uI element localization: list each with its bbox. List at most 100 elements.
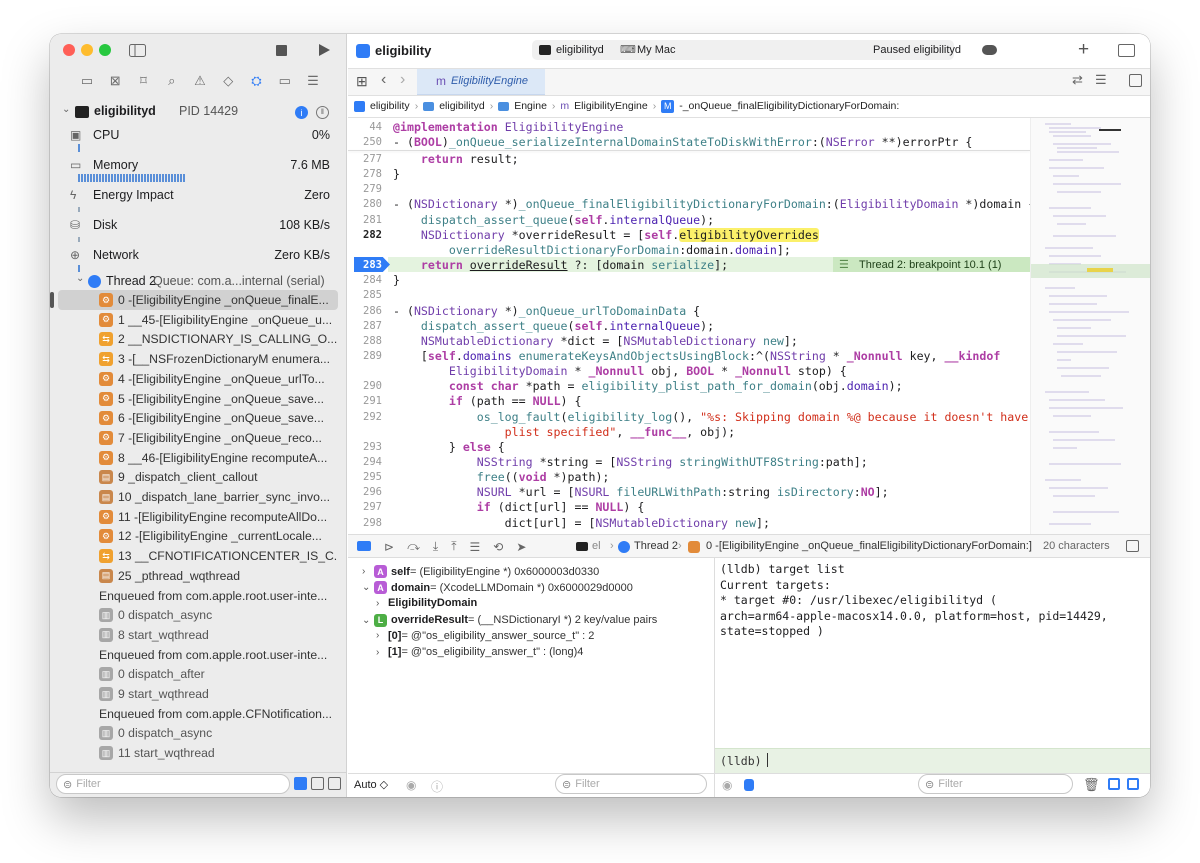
breadcrumb-item[interactable]: eligibility — [370, 100, 410, 112]
step-out-icon[interactable]: ⤒ — [451, 539, 456, 554]
filter-running-icon[interactable] — [328, 777, 341, 790]
stack-frame[interactable]: ▥ 0 dispatch_async — [58, 605, 338, 625]
search-icon[interactable]: ⌕ — [165, 72, 179, 90]
step-over-icon[interactable]: ⤼ — [407, 539, 420, 554]
stack-frame[interactable]: ⇆ 13 __CFNOTIFICATIONCENTER_IS_C... — [58, 546, 338, 566]
disclosure-open-icon[interactable]: ⌄ — [62, 104, 70, 115]
gauge-network[interactable]: ⊕ Network Zero KB/s — [70, 245, 330, 265]
enqueued-header[interactable]: Enqueued from com.apple.root.user-inte..… — [58, 586, 338, 606]
stack-frame[interactable]: ⚙ 8 __46-[EligibilityEngine recomputeA... — [58, 448, 338, 468]
breakpoint-icon[interactable]: ▭ — [278, 72, 292, 90]
eye-icon[interactable]: ◉ — [722, 778, 732, 792]
grid-icon[interactable]: ⊞ — [356, 73, 368, 90]
variable-row[interactable]: › EligibilityDomain — [376, 597, 477, 609]
sidebar-filter-field[interactable]: ⊜ Filter — [56, 774, 290, 794]
breadcrumb-item[interactable]: EligibilityEngine — [574, 100, 648, 112]
breadcrumb-item[interactable]: -_onQueue_finalEligibilityDictionaryForD… — [679, 100, 899, 112]
forward-icon[interactable]: › — [400, 71, 405, 89]
scope-selector[interactable]: Auto ◇ — [354, 778, 388, 791]
report-icon[interactable]: ☰ — [306, 72, 320, 90]
split-editor-icon[interactable] — [1129, 74, 1142, 87]
location-icon[interactable]: ➤ — [516, 540, 526, 554]
sidebar-toggle-icon[interactable] — [128, 42, 146, 58]
source-control-icon[interactable]: ⊠ — [108, 72, 122, 90]
filter-crashed-icon[interactable] — [294, 777, 307, 790]
continue-icon[interactable]: ⊳ — [384, 540, 394, 554]
stack-frame[interactable]: ▥ 8 start_wqthread — [58, 625, 338, 645]
variable-row[interactable]: › Aself = (EligibilityEngine *) 0x6000003… — [362, 565, 599, 578]
stack-frame[interactable]: ▥ 11 start_wqthread — [58, 743, 338, 763]
gauge-memory[interactable]: ▭ Memory 7.6 MB — [70, 155, 330, 175]
debug-annotation[interactable]: ☰ Thread 2: breakpoint 10.1 (1) — [833, 257, 1030, 273]
stack-frame[interactable]: ⚙ 4 -[EligibilityEngine _onQueue_urlTo... — [58, 369, 338, 389]
folder-icon[interactable]: ▭ — [80, 72, 94, 90]
run-button[interactable] — [316, 42, 332, 58]
warning-icon[interactable]: ⚠ — [193, 72, 207, 90]
panel-toggle-icon[interactable] — [1126, 540, 1139, 552]
test-icon[interactable]: ◇ — [221, 72, 235, 90]
variables-view[interactable]: › Aself = (EligibilityEngine *) 0x6000003… — [348, 558, 714, 773]
enqueued-header[interactable]: Enqueued from com.apple.root.user-inte..… — [58, 645, 338, 665]
gauge-energy-impact[interactable]: ϟ Energy Impact Zero — [70, 185, 330, 205]
breadcrumb-item[interactable]: eligibilityd — [439, 100, 485, 112]
gauge-disk[interactable]: ⛁ Disk 108 KB/s — [70, 215, 330, 235]
editor-options-icon[interactable]: ☰ — [1095, 72, 1107, 88]
enqueued-header[interactable]: Enqueued from com.apple.CFNotification..… — [58, 704, 338, 724]
stack-frame[interactable]: ▥ 9 start_wqthread — [58, 684, 338, 704]
stack-frame[interactable]: ⚙ 7 -[EligibilityEngine _onQueue_reco... — [58, 428, 338, 448]
back-icon[interactable]: ‹ — [381, 71, 386, 89]
debug-process[interactable]: el — [592, 540, 601, 552]
eye-icon[interactable]: ◉ — [406, 778, 416, 792]
stack-frame[interactable]: ▤ 25 _pthread_wqthread — [58, 566, 338, 586]
add-icon[interactable]: + — [1078, 39, 1089, 61]
scheme-target[interactable]: eligibilityd — [556, 44, 604, 56]
stop-button[interactable] — [274, 43, 288, 57]
info-icon[interactable]: ⓘ — [431, 778, 443, 795]
minimize-window-button[interactable] — [81, 44, 93, 56]
disclosure-closed-icon[interactable]: › — [376, 598, 384, 609]
view-hierarchy-icon[interactable]: ☰ — [470, 540, 481, 554]
variable-row[interactable]: ⌄ Adomain = (XcodeLLMDomain *) 0x6000029d… — [362, 581, 633, 595]
inspector-toggle-icon[interactable] — [1118, 44, 1135, 57]
stack-frame[interactable]: ⚙ 5 -[EligibilityEngine _onQueue_save... — [58, 389, 338, 409]
console-filter-field[interactable]: ⊜ Filter — [918, 774, 1073, 794]
disclosure-closed-icon[interactable]: › — [376, 647, 384, 658]
zoom-window-button[interactable] — [99, 44, 111, 56]
refresh-icon[interactable]: ⇄ — [1072, 72, 1083, 88]
console-toggle-icon[interactable] — [357, 541, 371, 551]
minimap[interactable] — [1030, 118, 1150, 534]
stack-frame[interactable]: ⚙ 12 -[EligibilityEngine _currentLocale..… — [58, 526, 338, 546]
variable-row[interactable]: › [0] = @"os_eligibility_answer_source_t"… — [376, 630, 594, 642]
debug-icon[interactable]: ⛭ — [250, 72, 264, 90]
source-editor[interactable]: 44 @implementation EligibilityEngine 250 - … — [348, 118, 1030, 534]
variable-row[interactable]: ⌄ LoverrideResult = (__NSDictionaryI *) 2… — [362, 613, 657, 627]
toggle-icon[interactable] — [744, 779, 754, 791]
disclosure-open-icon[interactable]: ⌄ — [362, 615, 370, 626]
gauge-cpu[interactable]: ▣ CPU 0% — [70, 125, 330, 145]
thread-disclosure-icon[interactable]: ⌄ — [76, 273, 84, 284]
stack-frame[interactable]: ⚙ 11 -[EligibilityEngine recomputeAllDo..… — [58, 507, 338, 527]
filter-frames-icon[interactable] — [311, 777, 324, 790]
disclosure-closed-icon[interactable]: › — [362, 566, 370, 577]
console-input[interactable] — [715, 748, 1150, 773]
stack-frame[interactable]: ⇆ 3 -[__NSFrozenDictionaryM enumera... — [58, 349, 338, 369]
stack-frame[interactable]: ▤ 9 _dispatch_client_callout — [58, 467, 338, 487]
variable-row[interactable]: › [1] = @"os_eligibility_answer_t" : (lon… — [376, 646, 583, 658]
show-variables-icon[interactable] — [1108, 778, 1120, 790]
thread-label[interactable]: Thread 2 — [106, 274, 156, 288]
trash-icon[interactable]: 🗑 — [1083, 777, 1100, 793]
pause-icon[interactable]: ‖ — [316, 106, 329, 119]
disclosure-open-icon[interactable]: ⌄ — [362, 582, 370, 593]
stack-frame[interactable]: ▥ 0 dispatch_after — [58, 664, 338, 684]
stack-frame[interactable]: ⇆ 2 __NSDICTIONARY_IS_CALLING_O... — [58, 329, 338, 349]
destination[interactable]: My Mac — [637, 44, 676, 56]
debug-frame[interactable]: 0 -[EligibilityEngine _onQueue_finalElig… — [706, 540, 1032, 552]
disclosure-closed-icon[interactable]: › — [376, 630, 384, 641]
stack-frame[interactable]: ⚙ 6 -[EligibilityEngine _onQueue_save... — [58, 408, 338, 428]
stack-frame[interactable]: ▥ 0 dispatch_async — [58, 723, 338, 743]
stack-frame[interactable]: ⚙ 1 __45-[EligibilityEngine _onQueue_u... — [58, 310, 338, 330]
debug-thread[interactable]: Thread 2 — [634, 540, 678, 552]
breadcrumb-item[interactable]: Engine — [514, 100, 547, 112]
info-icon[interactable]: i — [295, 106, 308, 119]
close-window-button[interactable] — [63, 44, 75, 56]
